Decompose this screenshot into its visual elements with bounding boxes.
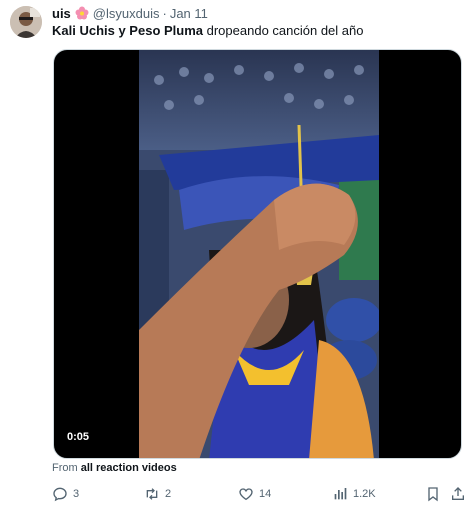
video-source-prefix: From (52, 462, 81, 474)
flower-emoji-icon (75, 6, 89, 20)
retweet-icon (146, 488, 158, 500)
tweet[interactable]: uis @lsyuxduis · Jan 11 Kali Uchis y Pes… (0, 0, 475, 510)
video-player[interactable]: 0:05 (53, 49, 462, 459)
retweet-button[interactable]: 2 (144, 484, 171, 504)
video-frame[interactable] (139, 50, 379, 458)
tweet-header: uis @lsyuxduis · Jan 11 (52, 5, 208, 21)
bookmark-icon (428, 487, 438, 502)
retweet-count: 2 (165, 488, 172, 500)
display-name[interactable]: uis (52, 6, 71, 21)
reply-count: 3 (73, 488, 80, 500)
bookmark-button[interactable] (425, 484, 441, 504)
reply-button[interactable]: 3 (52, 484, 79, 504)
views-button[interactable]: 1.2K (332, 484, 376, 504)
views-icon (334, 488, 347, 500)
like-button[interactable]: 14 (238, 484, 271, 504)
share-icon (452, 487, 464, 500)
video-source-link[interactable]: all reaction videos (81, 462, 177, 474)
video-duration: 0:05 (63, 429, 94, 445)
heart-icon (239, 488, 253, 501)
separator-dot: · (162, 5, 167, 21)
reply-icon (53, 487, 67, 502)
tweet-text-rest: dropeando canción del año (203, 23, 364, 38)
avatar[interactable] (10, 6, 42, 38)
view-count: 1.2K (353, 488, 376, 500)
tweet-date[interactable]: Jan 11 (170, 6, 208, 21)
share-button[interactable] (450, 484, 466, 504)
tweet-text-bold: Kali Uchis y Peso Pluma (52, 23, 204, 38)
tweet-text: Kali Uchis y Peso Pluma dropeando canció… (52, 23, 363, 38)
user-handle[interactable]: @lsyuxduis (93, 6, 160, 21)
action-bar: 3 2 14 1.2K (52, 484, 464, 504)
video-thumbnail (139, 50, 379, 458)
video-source: From all reaction videos (52, 462, 177, 474)
like-count: 14 (259, 488, 272, 500)
